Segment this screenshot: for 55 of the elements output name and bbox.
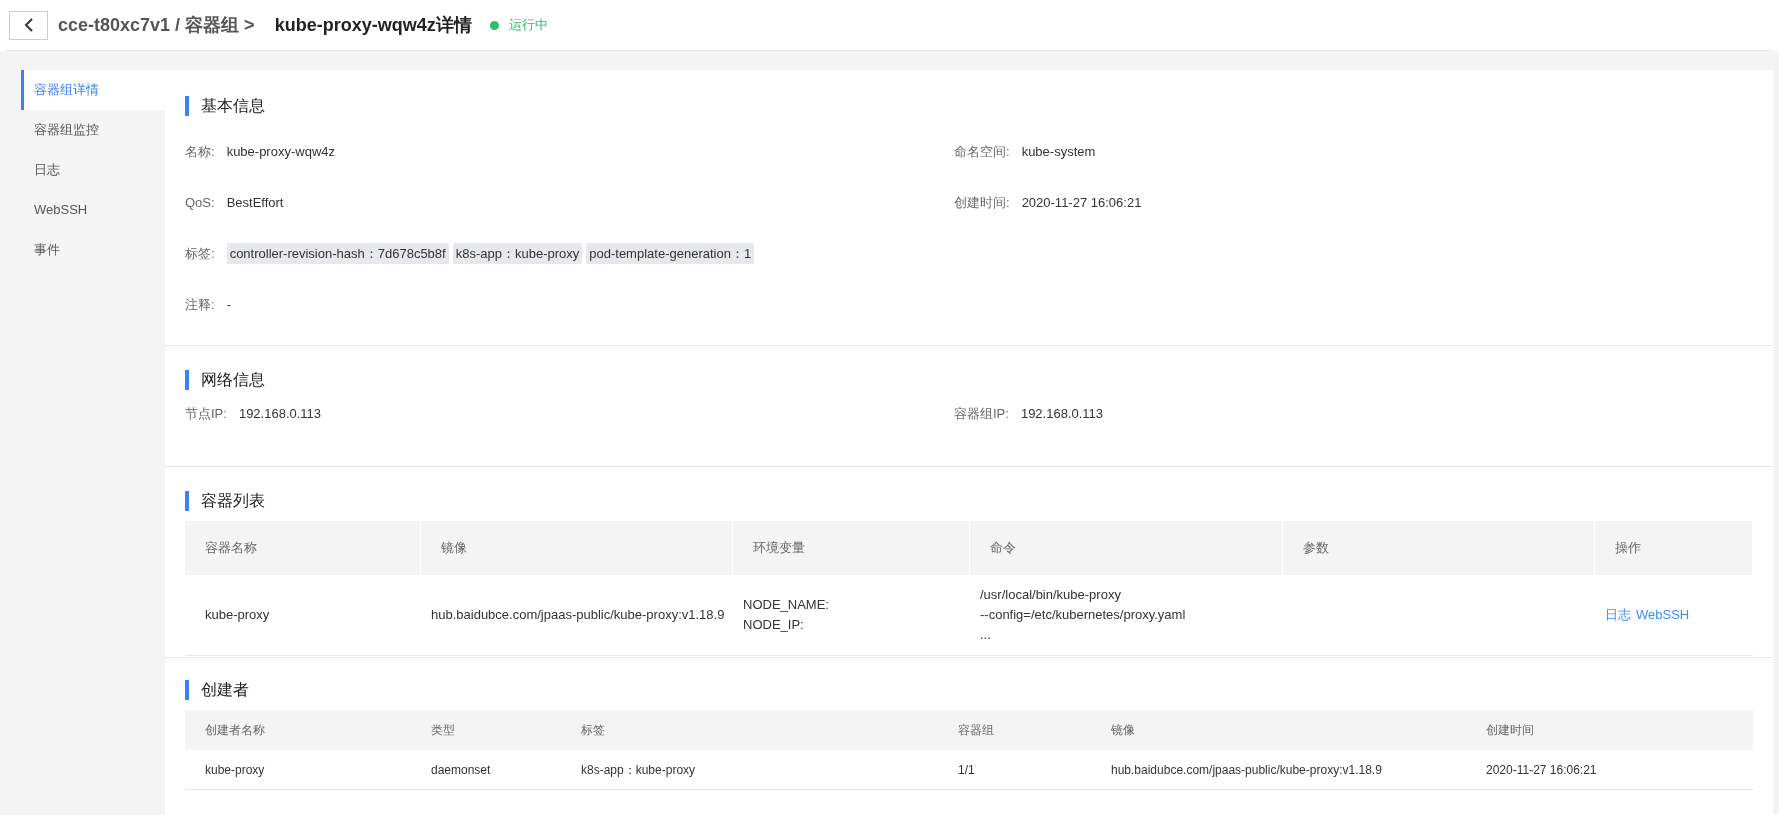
table-cell-text: 2020-11-27 16:06:21 (1485, 761, 1598, 779)
field-label: QoS: (185, 193, 215, 212)
field-label: 容器组IP: (954, 404, 1009, 423)
field-value: 192.168.0.113 (238, 404, 322, 423)
field-value: BestEffort (226, 193, 284, 212)
table-cell-text: /usr/local/bin/kube-proxy --config=/etc/kubernetes/proxy.yaml ... (979, 586, 1187, 644)
table-cell-text: kube-proxy (204, 606, 271, 625)
field-label: 创建时间: (954, 193, 1010, 212)
status-label: 运行中 (508, 16, 548, 35)
section-marker (185, 96, 189, 116)
section-title: 容器列表 (201, 491, 265, 511)
table-cell-text: hub.baidubce.com/jpaas-public/kube-proxy:v1.18.9 (1110, 761, 1383, 779)
table-cell-text: 1/1 (957, 761, 976, 779)
field-value: kube-proxy-wqw4z (226, 142, 335, 161)
column-header: 命令 (970, 521, 1283, 575)
column-header: 操作 (1595, 521, 1753, 575)
field-value: 192.168.0.113 (1020, 404, 1104, 423)
field-label: 标签: (185, 244, 215, 263)
column-header: 镜像 (421, 521, 733, 575)
back-button[interactable] (9, 10, 48, 40)
tag: controller-revision-hash：7d678c5b8f (226, 242, 449, 265)
section-title: 基本信息 (201, 96, 265, 116)
column-header: 标签 (580, 722, 606, 739)
field-label: 命名空间: (954, 142, 1010, 161)
field-label: 注释: (185, 295, 215, 314)
table-cell-text: kube-proxy (204, 761, 266, 779)
section-marker (185, 680, 189, 700)
column-header: 镜像 (1110, 722, 1136, 739)
column-header: 容器名称 (185, 521, 421, 575)
tag: pod-template-generation：1 (586, 242, 755, 265)
field-value: 2020-11-27 16:06:21 (1021, 193, 1142, 212)
tag: k8s-app：kube-proxy (452, 242, 583, 265)
chevron-left-icon (23, 17, 34, 33)
table-cell-text: NODE_NAME: NODE_IP: (742, 596, 830, 634)
field-value: kube-system (1021, 142, 1096, 161)
column-header: 容器组 (957, 722, 995, 739)
column-header: 类型 (430, 722, 456, 739)
sidebar-item[interactable]: 容器组详情 (21, 70, 165, 110)
section-title: 创建者 (201, 680, 249, 700)
section-title: 网络信息 (201, 370, 265, 390)
section-marker (185, 491, 189, 511)
page-title: kube-proxy-wqw4z详情 (274, 13, 472, 37)
action-link[interactable]: 日志 (1605, 605, 1631, 625)
field-label: 名称: (185, 142, 215, 161)
column-header: 创建者名称 (204, 722, 266, 739)
table-cell-text: daemonset (430, 761, 492, 779)
breadcrumb: cce-t80xc7v1 / 容器组 > (58, 13, 255, 37)
section-marker (185, 370, 189, 390)
table-cell-text: hub.baidubce.com/jpaas-public/kube-proxy:v1.18.9 (430, 606, 726, 625)
column-header: 参数 (1283, 521, 1595, 575)
table-cell-text: k8s-app：kube-proxy (580, 761, 697, 779)
field-value: - (226, 295, 231, 314)
field-label: 节点IP: (185, 404, 227, 423)
column-header: 创建时间 (1485, 722, 1535, 739)
column-header: 环境变量 (733, 521, 970, 575)
